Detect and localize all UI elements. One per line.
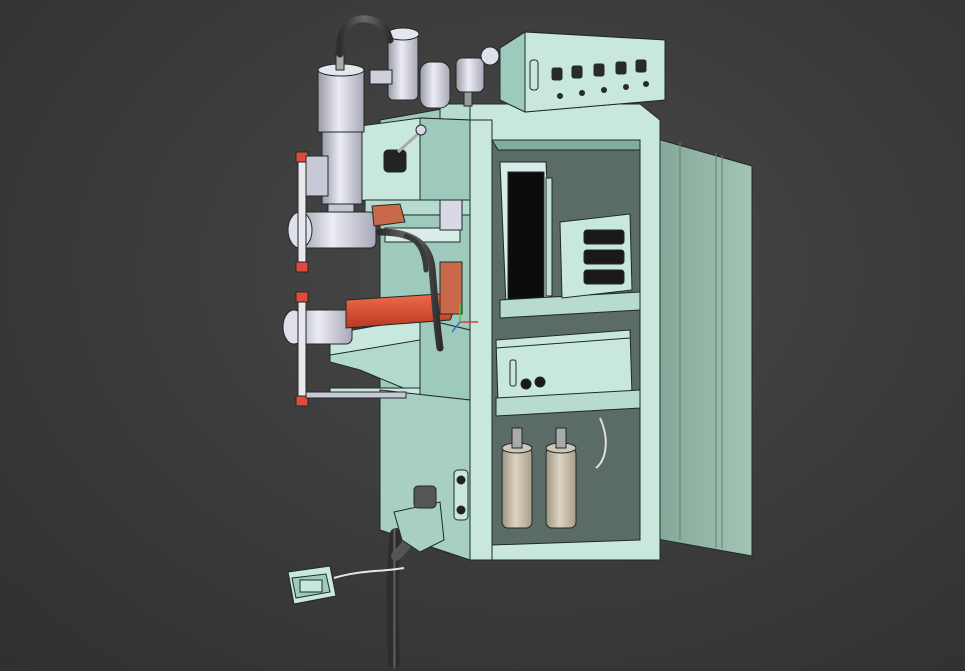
relay-module[interactable] — [559, 213, 633, 299]
cad-viewport[interactable] — [0, 0, 965, 671]
controller-panel-upper[interactable] — [499, 161, 553, 306]
model-canvas[interactable] — [0, 0, 965, 671]
control-box-top[interactable] — [499, 31, 666, 113]
air-hose — [336, 15, 394, 58]
foot-pedal[interactable] — [287, 565, 405, 605]
